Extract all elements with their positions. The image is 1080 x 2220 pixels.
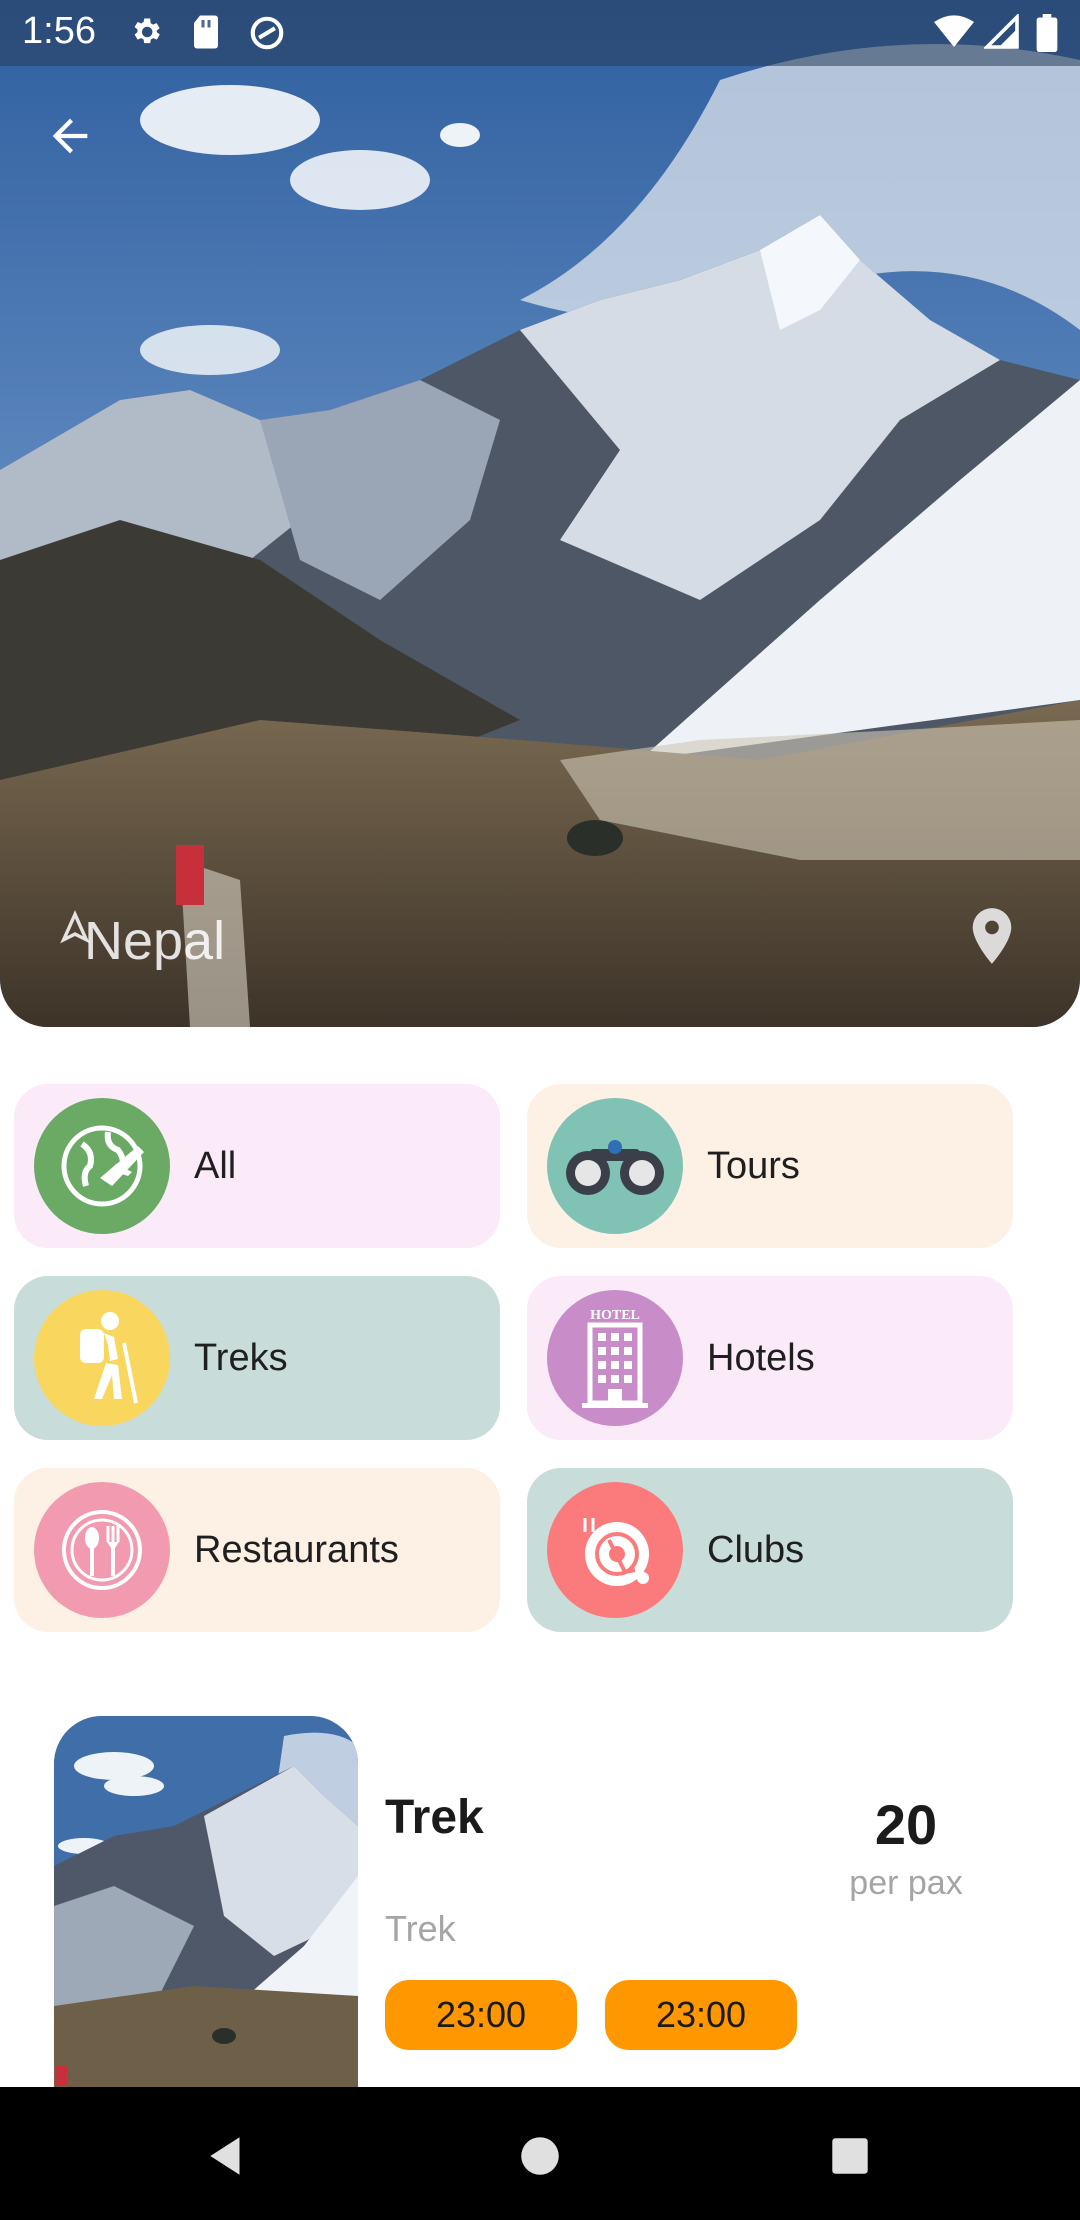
time-chip[interactable]: 23:00 <box>385 1980 577 2050</box>
location-pin-icon <box>972 908 1012 964</box>
category-label: Clubs <box>707 1528 805 1571</box>
category-restaurants[interactable]: Restaurants <box>14 1468 500 1632</box>
arrow-back-icon <box>52 118 88 154</box>
mountain-thumbnail <box>54 1716 358 2088</box>
category-label: Hotels <box>707 1336 815 1379</box>
category-label: All <box>194 1144 237 1187</box>
binoculars-icon <box>547 1098 683 1234</box>
back-button[interactable] <box>44 110 112 178</box>
hotel-building-icon: HOTEL <box>547 1290 683 1426</box>
time-chip[interactable]: 23:00 <box>605 1980 797 2050</box>
plate-cutlery-icon <box>34 1482 170 1618</box>
status-time: 1:56 <box>22 10 96 52</box>
listing-title: Trek <box>385 1791 484 1844</box>
listing-subtitle: Trek <box>385 1908 456 1949</box>
nav-recents-button[interactable] <box>815 2121 885 2191</box>
mountain-photo <box>0 0 1080 1027</box>
category-label: Tours <box>707 1144 800 1187</box>
category-all[interactable]: All <box>14 1084 500 1248</box>
dj-turntable-icon <box>547 1482 683 1618</box>
nav-back-button[interactable] <box>192 2121 262 2191</box>
category-clubs[interactable]: Clubs <box>527 1468 1013 1632</box>
category-label: Treks <box>194 1336 288 1379</box>
navigation-arrow-icon <box>60 910 90 944</box>
system-navigation-bar <box>0 2087 1080 2220</box>
place-row: Nepal <box>58 910 225 972</box>
category-tours[interactable]: Tours <box>527 1084 1013 1248</box>
circle-home-icon <box>521 2137 559 2175</box>
listing-price: 20 <box>874 1793 938 1856</box>
status-bar: 1:56 <box>0 0 1080 66</box>
place-name: Nepal <box>84 911 226 971</box>
hero-image: 1:56 Nepal <box>0 0 1080 1027</box>
price-unit: per pax <box>849 1864 963 1902</box>
listing-thumbnail[interactable] <box>54 1716 358 2088</box>
category-treks[interactable]: Treks <box>14 1276 500 1440</box>
hiker-icon <box>34 1290 170 1426</box>
triangle-back-icon <box>210 2137 240 2175</box>
svg-text:HOTEL: HOTEL <box>590 1308 640 1323</box>
category-hotels[interactable]: HOTEL Hotels <box>527 1276 1013 1440</box>
category-label: Restaurants <box>194 1528 399 1571</box>
globe-plane-icon <box>34 1098 170 1234</box>
square-recents-icon <box>832 2138 868 2174</box>
nav-home-button[interactable] <box>505 2121 575 2191</box>
